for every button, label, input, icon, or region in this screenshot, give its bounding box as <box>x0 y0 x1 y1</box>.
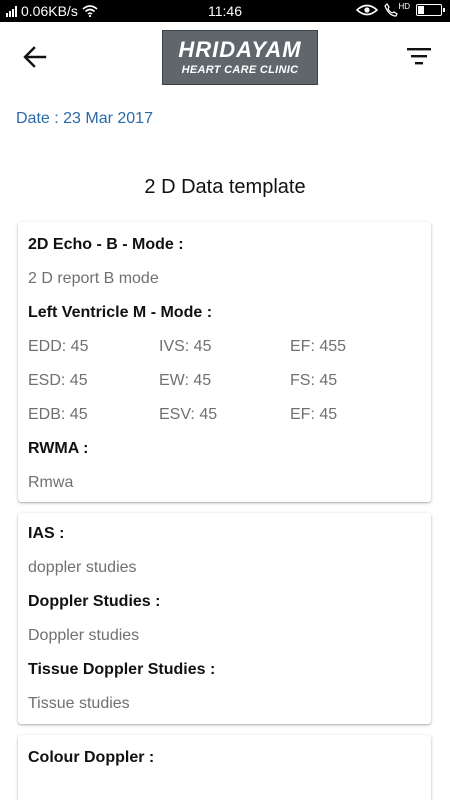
doppler-studies-label: Doppler Studies : <box>28 593 161 610</box>
call-hd-icon: HD <box>384 3 410 17</box>
logo-title: HRIDAYAM <box>178 37 302 62</box>
left-ventricle-grid: EDD: 45 IVS: 45 EF: 455 ESD: 45 EW: 45 F… <box>28 330 421 432</box>
lv-ivs: IVS: 45 <box>159 338 212 355</box>
card-doppler: IAS : doppler studies Doppler Studies : … <box>18 513 431 724</box>
lv-edd: EDD: 45 <box>28 338 89 355</box>
filter-menu-button[interactable] <box>404 44 434 70</box>
ias-label: IAS : <box>28 525 65 542</box>
tissue-doppler-value: Tissue studies <box>28 695 130 712</box>
report-date: Date : 23 Mar 2017 <box>16 110 153 127</box>
left-ventricle-label: Left Ventricle M - Mode : <box>28 304 213 321</box>
hd-label: HD <box>398 2 410 11</box>
lv-esv: ESV: 45 <box>159 406 218 423</box>
lv-ef: EF: 455 <box>290 338 347 355</box>
battery-icon <box>416 4 445 16</box>
lv-esd: ESD: 45 <box>28 372 88 389</box>
status-right: HD <box>356 3 445 17</box>
battery-fill <box>418 6 425 14</box>
logo-subtitle: HEART CARE CLINIC <box>181 64 299 76</box>
colour-doppler-label: Colour Doppler : <box>28 749 155 766</box>
echo-b-mode-value: 2 D report B mode <box>28 270 159 287</box>
eye-icon <box>356 4 379 16</box>
app-bar: HRIDAYAM HEART CARE CLINIC <box>0 22 450 90</box>
back-button[interactable] <box>18 42 52 72</box>
card-colour-doppler: Colour Doppler : <box>18 735 431 800</box>
filter-menu-icon <box>407 48 431 65</box>
back-arrow-icon <box>23 46 47 68</box>
ias-value: doppler studies <box>28 559 137 576</box>
status-bar: 0.06KB/s 11:46 HD <box>0 0 450 22</box>
card-2d-echo: 2D Echo - B - Mode : 2 D report B mode L… <box>18 222 431 502</box>
echo-b-mode-label: 2D Echo - B - Mode : <box>28 236 184 253</box>
lv-ef-2: EF: 45 <box>290 406 338 423</box>
lv-edb: EDB: 45 <box>28 406 88 423</box>
page-title: 2 D Data template <box>144 176 306 198</box>
lv-ew: EW: 45 <box>159 372 212 389</box>
doppler-studies-value: Doppler studies <box>28 627 140 644</box>
lv-fs: FS: 45 <box>290 372 338 389</box>
tissue-doppler-label: Tissue Doppler Studies : <box>28 661 216 678</box>
rwma-label: RWMA : <box>28 440 89 457</box>
rwma-value: Rmwa <box>28 474 74 491</box>
clinic-logo: HRIDAYAM HEART CARE CLINIC <box>162 30 318 85</box>
